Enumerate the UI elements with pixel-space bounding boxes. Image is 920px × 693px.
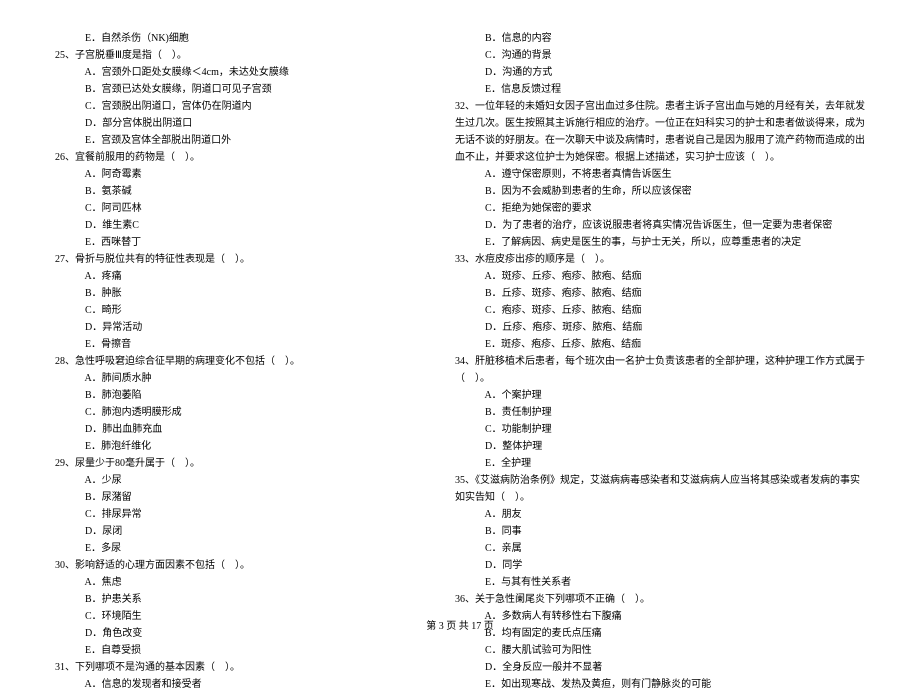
exam-option: E．了解病因、病史是医生的事，与护士无关，所以，应尊重患者的决定 [455,234,865,251]
exam-option: C．功能制护理 [455,421,865,438]
exam-question: 30、影响舒适的心理方面因素不包括（ ）。 [55,557,415,574]
exam-option: C．畸形 [55,302,415,319]
exam-option: D．为了患者的治疗，应该说服患者将真实情况告诉医生，但一定要为患者保密 [455,217,865,234]
exam-option: A．少尿 [55,472,415,489]
page-footer: 第 3 页 共 17 页 [0,618,920,635]
exam-question: 如实告知（ ）。 [455,489,865,506]
exam-question: 生过几次。医生按照其主诉施行相应的治疗。一位正在妇科实习的护士和患者做谈得来，成… [455,115,865,132]
exam-question: 33、水痘皮疹出疹的顺序是（ ）。 [455,251,865,268]
exam-option: D．部分宫体脱出阴道口 [55,115,415,132]
exam-question: 26、宜餐前服用的药物是（ ）。 [55,149,415,166]
exam-option: D．尿闭 [55,523,415,540]
page-container: E．自然杀伤（NK)细胞25、子宫脱垂Ⅲ度是指（ ）。 A．宫颈外口距处女膜缘＜… [0,0,920,693]
exam-option: A．朋友 [455,506,865,523]
exam-option: E．多尿 [55,540,415,557]
exam-option: B．护患关系 [55,591,415,608]
exam-option: D．沟通的方式 [455,64,865,81]
exam-question: 25、子宫脱垂Ⅲ度是指（ ）。 [55,47,415,64]
exam-option: B．丘疹、斑疹、疱疹、脓疱、结痂 [455,285,865,302]
exam-option: B．尿潴留 [55,489,415,506]
exam-option: D．同学 [455,557,865,574]
exam-option: B．责任制护理 [455,404,865,421]
exam-option: E．信息反馈过程 [455,81,865,98]
exam-option: C．宫颈脱出阴道口，宫体仍在阴道内 [55,98,415,115]
exam-option: E．西咪替丁 [55,234,415,251]
exam-question: 28、急性呼吸窘迫综合征早期的病理变化不包括（ ）。 [55,353,415,370]
exam-option: D．整体护理 [455,438,865,455]
right-column: B．信息的内容 C．沟通的背景 D．沟通的方式 E．信息反馈过程32、一位年轻的… [455,30,865,693]
exam-option: A．斑疹、丘疹、疱疹、脓疱、结痂 [455,268,865,285]
exam-option: B．氨茶碱 [55,183,415,200]
exam-option: C．亲属 [455,540,865,557]
exam-option: D．肺出血肺充血 [55,421,415,438]
exam-question: （ ）。 [455,370,865,387]
exam-option: E．宫颈及宫体全部脱出阴道口外 [55,132,415,149]
exam-option: D．全身反应一般并不显著 [455,659,865,676]
exam-option: A．遵守保密原则，不将患者真情告诉医生 [455,166,865,183]
exam-question: 27、骨折与脱位共有的特征性表现是（ ）。 [55,251,415,268]
exam-option: B．肺泡萎陷 [55,387,415,404]
exam-option: D．异常活动 [55,319,415,336]
exam-option: E．肺泡纤维化 [55,438,415,455]
left-column: E．自然杀伤（NK)细胞25、子宫脱垂Ⅲ度是指（ ）。 A．宫颈外口距处女膜缘＜… [55,30,415,693]
exam-option: B．信息的内容 [455,30,865,47]
exam-option: B．宫颈已达处女膜缘，阴道口可见子宫颈 [55,81,415,98]
exam-option: A．宫颈外口距处女膜缘＜4cm，未达处女膜缘 [55,64,415,81]
exam-option: B．同事 [455,523,865,540]
exam-option: B．肿胀 [55,285,415,302]
exam-question: 36、关于急性阑尾炎下列哪项不正确（ ）。 [455,591,865,608]
exam-question: 血不止，并要求这位护士为她保密。根据上述描述，实习护士应该（ ）。 [455,149,865,166]
exam-question: 31、下列哪项不是沟通的基本因素（ ）。 [55,659,415,676]
exam-question: 35、《艾滋病防治条例》规定，艾滋病病毒感染者和艾滋病病人应当将其感染或者发病的… [455,472,865,489]
exam-option: C．沟通的背景 [455,47,865,64]
exam-option: C．拒绝为她保密的要求 [455,200,865,217]
exam-option: A．阿奇霉素 [55,166,415,183]
exam-question: 29、尿量少于80毫升属于（ ）。 [55,455,415,472]
exam-option: E．自尊受损 [55,642,415,659]
exam-option: D．丘疹、疱疹、斑疹、脓疱、结痂 [455,319,865,336]
exam-option: B．因为不会威胁到患者的生命，所以应该保密 [455,183,865,200]
exam-question: 34、肝脏移植术后患者，每个班次由一名护士负责该患者的全部护理，这种护理工作方式… [455,353,865,370]
exam-option: C．排尿异常 [55,506,415,523]
exam-option: E．如出现寒战、发热及黄疸，则有门静脉炎的可能 [455,676,865,693]
exam-option: C．疱疹、斑疹、丘疹、脓疱、结痂 [455,302,865,319]
exam-option: A．疼痛 [55,268,415,285]
exam-option: A．肺间质水肿 [55,370,415,387]
exam-option: C．腰大肌试验可为阳性 [455,642,865,659]
exam-question: 无话不谈的好朋友。在一次聊天中谈及病情时，患者说自己是因为服用了流产药物而造成的… [455,132,865,149]
exam-option: A．焦虑 [55,574,415,591]
exam-option: D．维生素C [55,217,415,234]
exam-option: C．肺泡内透明膜形成 [55,404,415,421]
exam-option: A．信息的发现者和接受者 [55,676,415,693]
exam-option: E．全护理 [455,455,865,472]
exam-option: C．阿司匹林 [55,200,415,217]
exam-option: E．斑疹、疱疹、丘疹、脓疱、结痂 [455,336,865,353]
exam-option: E．自然杀伤（NK)细胞 [55,30,415,47]
exam-option: A．个案护理 [455,387,865,404]
exam-option: E．与其有性关系者 [455,574,865,591]
exam-question: 32、一位年轻的未婚妇女因子宫出血过多住院。患者主诉子宫出血与她的月经有关，去年… [455,98,865,115]
exam-option: E．骨擦音 [55,336,415,353]
